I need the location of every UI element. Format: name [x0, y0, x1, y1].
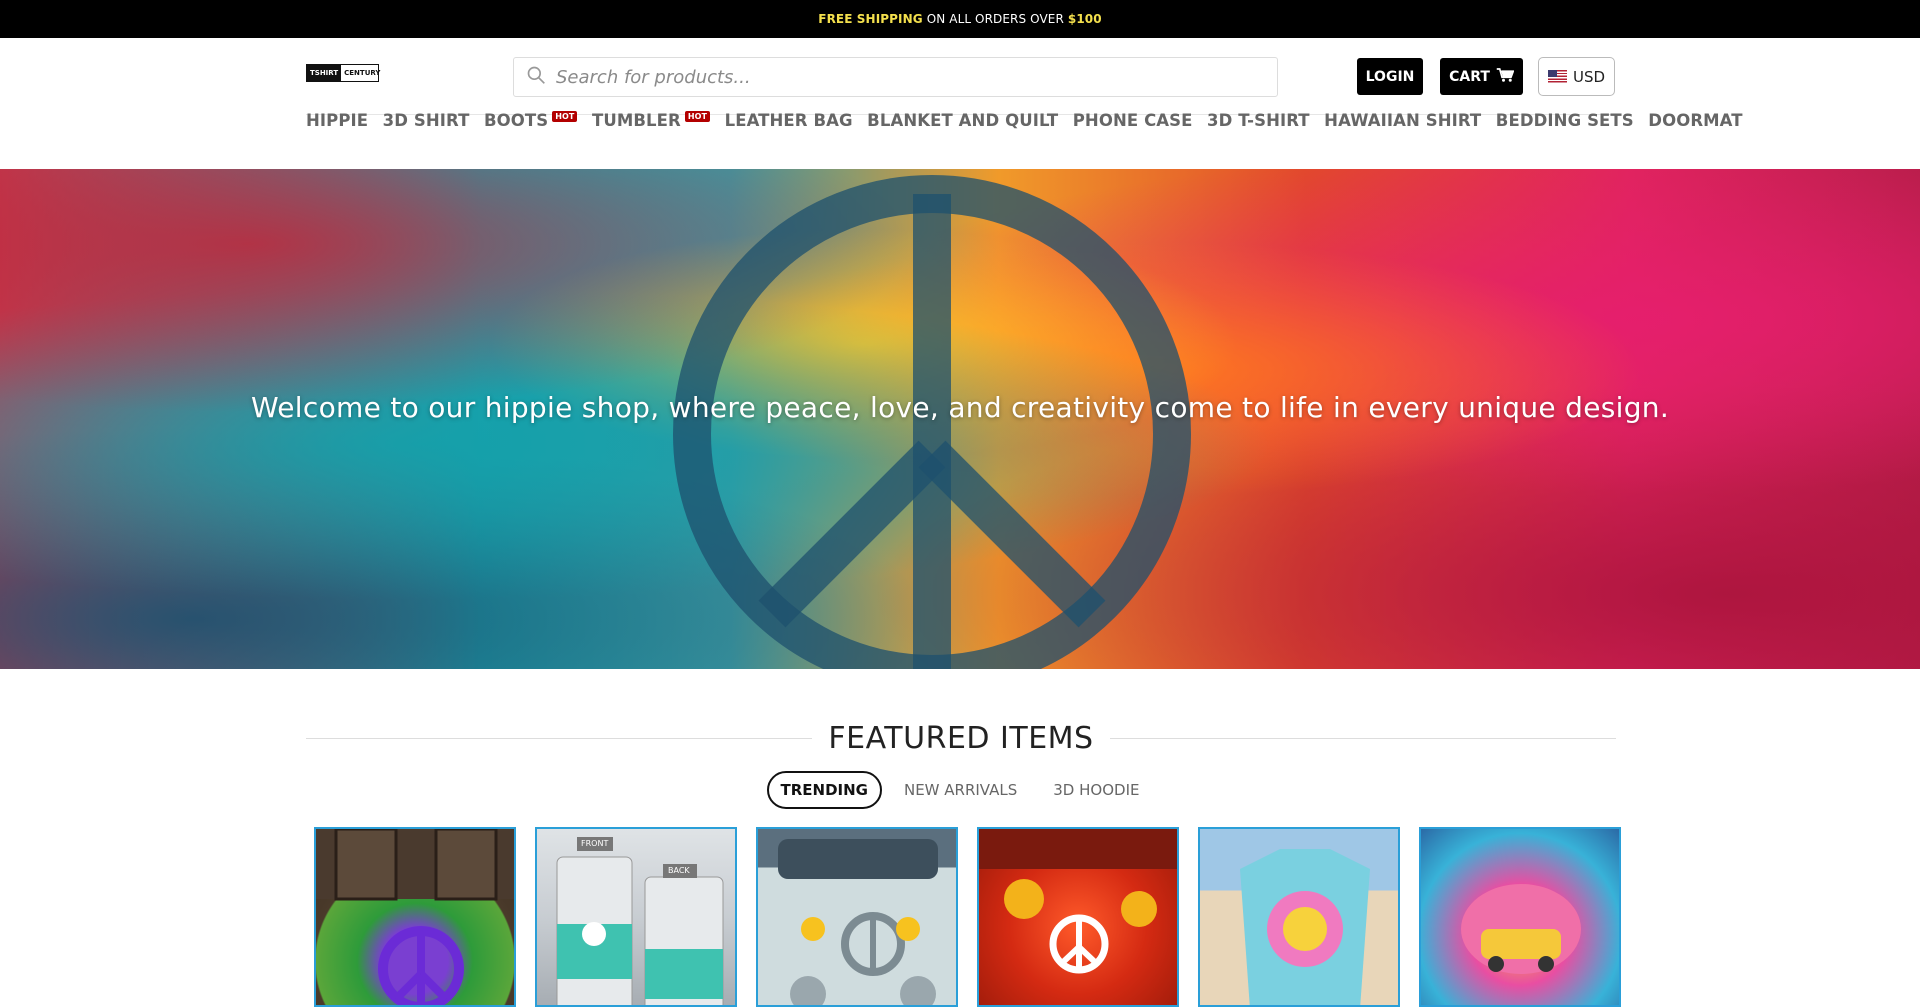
- hero-banner: Welcome to our hippie shop, where peace,…: [0, 169, 1920, 669]
- hippie-van-image: [778, 839, 938, 1005]
- nav-label: 3D SHIRT: [382, 110, 470, 130]
- nav-item-3d-t-shirt[interactable]: 3D T-SHIRT: [1207, 111, 1310, 130]
- tab-trending[interactable]: TRENDING: [766, 771, 882, 809]
- product-card-van[interactable]: [756, 827, 958, 1007]
- nav-label: BEDDING SETS: [1495, 110, 1634, 130]
- tab-new-arrivals[interactable]: NEW ARRIVALS: [890, 771, 1031, 809]
- nav-label: HAWAIIAN SHIRT: [1324, 110, 1482, 130]
- logo-word-century: CENTURY: [344, 69, 381, 77]
- login-button[interactable]: LOGIN: [1357, 58, 1423, 95]
- featured-tabs: TRENDING NEW ARRIVALS 3D HOODIE: [0, 771, 1920, 809]
- heading-divider-left: [306, 737, 813, 739]
- nav-label: BOOTS: [483, 110, 549, 130]
- cart-button[interactable]: CART: [1440, 58, 1523, 95]
- product-grid: FRONT BACK: [314, 827, 1621, 1007]
- search-input[interactable]: [556, 66, 1236, 88]
- nav-item-boots[interactable]: BOOTS HOT: [483, 110, 578, 130]
- nav-label: 3D T-SHIRT: [1207, 110, 1310, 130]
- nav-label: LEATHER BAG: [724, 110, 853, 130]
- currency-selector[interactable]: USD: [1538, 57, 1615, 96]
- product-card-tumbler[interactable]: FRONT BACK: [535, 827, 737, 1007]
- free-shipping-text: FREE SHIPPING: [818, 12, 923, 26]
- nav-item-phone-case[interactable]: PHONE CASE: [1073, 111, 1193, 130]
- tie-dye-shirt-image: [1240, 849, 1370, 1005]
- product-card-red-van[interactable]: [977, 827, 1179, 1007]
- search-bar[interactable]: [513, 57, 1278, 97]
- back-label: BACK: [668, 866, 690, 875]
- product-card-tie-dye-shirt[interactable]: [1198, 827, 1400, 1007]
- cart-label: CART: [1449, 68, 1490, 85]
- logo-word-tshirt: TSHIRT: [307, 65, 342, 81]
- nav-item-tumbler[interactable]: TUMBLER HOT: [591, 110, 711, 130]
- cart-icon: [1496, 67, 1515, 87]
- nav-item-bedding-sets[interactable]: BEDDING SETS: [1496, 111, 1634, 130]
- shipping-threshold-text: $100: [1067, 12, 1102, 26]
- tab-3d-hoodie[interactable]: 3D HOODIE: [1039, 771, 1153, 809]
- nav-item-hawaiian-shirt[interactable]: HAWAIIAN SHIRT: [1324, 111, 1481, 130]
- nav-label: HIPPIE: [306, 110, 369, 130]
- product-card-doormat[interactable]: [314, 827, 516, 1007]
- search-icon[interactable]: [526, 65, 546, 89]
- hero-tagline: Welcome to our hippie shop, where peace,…: [250, 391, 1670, 424]
- main-nav: HIPPIE 3D SHIRT BOOTS HOT TUMBLER HOT LEAT…: [306, 98, 1743, 142]
- tumbler-image: [556, 837, 724, 1005]
- heading-divider-right: [1109, 737, 1616, 739]
- shipping-condition-text: ON ALL ORDERS OVER: [926, 12, 1064, 26]
- nav-item-3d-shirt[interactable]: 3D SHIRT: [383, 111, 470, 130]
- announcement-bar: FREE SHIPPING ON ALL ORDERS OVER $100: [0, 0, 1920, 38]
- front-label: FRONT: [581, 839, 609, 848]
- nav-item-blanket-and-quilt[interactable]: BLANKET AND QUILT: [867, 111, 1058, 130]
- nav-item-leather-bag[interactable]: LEATHER BAG: [725, 111, 853, 130]
- hot-badge: HOT: [684, 110, 711, 122]
- peace-doormat-image: [316, 829, 514, 1005]
- rainbow-shirt-image: [1461, 884, 1581, 974]
- product-card-rainbow-shirt[interactable]: [1419, 827, 1621, 1007]
- nav-label: TUMBLER: [591, 110, 681, 130]
- featured-title: FEATURED ITEMS: [828, 720, 1094, 756]
- us-flag-icon: [1547, 70, 1567, 83]
- red-van-image: [979, 829, 1177, 974]
- nav-item-doormat[interactable]: DOORMAT: [1648, 111, 1742, 130]
- nav-item-hippie[interactable]: HIPPIE: [306, 111, 368, 130]
- nav-label: BLANKET AND QUILT: [867, 110, 1059, 130]
- hot-badge: HOT: [552, 110, 578, 122]
- currency-label: USD: [1572, 67, 1606, 86]
- site-logo[interactable]: TSHIRT CENTURY: [306, 64, 380, 82]
- featured-heading: FEATURED ITEMS: [306, 718, 1616, 758]
- nav-label: DOORMAT: [1648, 110, 1743, 130]
- nav-label: PHONE CASE: [1072, 110, 1193, 130]
